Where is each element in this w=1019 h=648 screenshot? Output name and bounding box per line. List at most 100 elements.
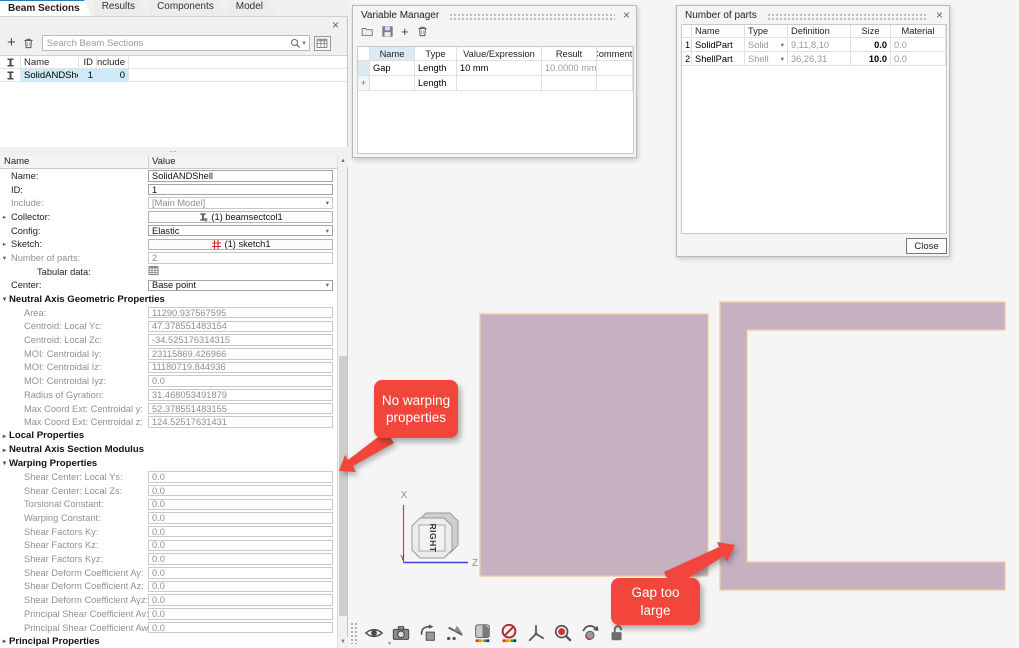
parts-column-header[interactable]: Name	[692, 25, 745, 37]
delete-variable-button[interactable]	[416, 25, 429, 38]
drag-handle[interactable]	[767, 13, 928, 20]
property-section-header[interactable]: ▾Warping Properties	[0, 456, 337, 470]
cell[interactable]: Gap	[370, 61, 415, 75]
part-name-cell[interactable]: SolidPart	[692, 38, 745, 51]
number-of-parts-titlebar[interactable]: Number of parts ×	[677, 6, 949, 22]
panel-splitter[interactable]: ⋯	[0, 147, 348, 156]
column-header-id[interactable]: ID	[79, 56, 97, 69]
cell[interactable]: Length	[415, 61, 457, 75]
beam-section-row[interactable]: SolidANDShell10	[0, 69, 347, 82]
scroll-down-icon[interactable]: ▼	[338, 637, 348, 648]
eye-icon[interactable]	[362, 621, 386, 645]
row-selector[interactable]	[358, 61, 370, 75]
save-button[interactable]	[381, 25, 394, 38]
search-options-chevron-icon[interactable]: ▾	[302, 39, 306, 47]
shell-part-section[interactable]	[720, 302, 1005, 590]
parts-column-header[interactable]: Definition	[788, 25, 851, 37]
tab-beam-sections[interactable]: Beam Sections	[0, 0, 92, 16]
properties-scrollbar[interactable]: ▲ ▼	[337, 156, 347, 648]
variable-row[interactable]: GapLength10 mm10.0000 mm	[358, 61, 633, 76]
chevron-down-icon[interactable]: ▾	[388, 640, 391, 647]
cell[interactable]	[457, 76, 542, 90]
part-type-select[interactable]: Solid▾	[745, 38, 788, 51]
move-entity-icon[interactable]	[416, 621, 440, 645]
cell[interactable]: 0	[97, 69, 129, 82]
close-button[interactable]: Close	[906, 238, 947, 254]
cell[interactable]	[542, 76, 597, 90]
column-header-name[interactable]: Name	[21, 56, 79, 69]
expand-icon[interactable]: ▸	[0, 213, 9, 221]
part-name-cell[interactable]: ShellPart	[692, 52, 745, 65]
table-view-button[interactable]	[314, 36, 331, 51]
vm-column-header[interactable]: Result	[542, 47, 597, 60]
dropdown-icon[interactable]: ▾	[326, 199, 329, 207]
expand-icon[interactable]: ▸	[0, 240, 9, 248]
part-definition-cell[interactable]: 9,11,8,10	[788, 38, 851, 51]
property-select[interactable]: Base point▾	[148, 280, 333, 292]
measure-icon[interactable]	[443, 621, 467, 645]
vm-column-header[interactable]: Value/Expression	[457, 47, 542, 60]
parts-column-header[interactable]: Material	[891, 25, 946, 37]
part-row[interactable]: 1SolidPartSolid▾9,11,8,100.00.0	[682, 38, 946, 52]
solid-part-section[interactable]	[480, 314, 708, 576]
vm-column-header[interactable]: Type	[415, 47, 457, 60]
property-section-header[interactable]: ▸Principal Properties	[0, 634, 337, 648]
add-beam-section-button[interactable]: +	[7, 36, 16, 50]
parts-column-header[interactable]: Size	[851, 25, 891, 37]
vm-column-header[interactable]: Name	[370, 47, 415, 60]
variable-row[interactable]: + Length	[358, 76, 633, 91]
dropdown-icon[interactable]: ▾	[326, 281, 329, 289]
part-size-cell[interactable]: 0.0	[851, 38, 891, 51]
vm-column-header[interactable]: Comments	[597, 47, 633, 60]
cell[interactable]	[597, 61, 633, 75]
cell[interactable]: Length	[415, 76, 457, 90]
toolbar-drag-handle[interactable]	[350, 622, 358, 644]
part-definition-cell[interactable]: 36,26,31	[788, 52, 851, 65]
cell[interactable]: 10.0000 mm	[542, 61, 597, 75]
camera-icon[interactable]	[389, 621, 413, 645]
row-selector[interactable]: +	[358, 76, 370, 90]
property-input[interactable]: SolidANDShell	[148, 170, 333, 182]
zoom-icon[interactable]	[551, 621, 575, 645]
rotate-icon[interactable]	[578, 621, 602, 645]
delete-beam-section-button[interactable]	[22, 37, 35, 50]
variable-manager-titlebar[interactable]: Variable Manager ×	[353, 6, 636, 22]
cell[interactable]: 10 mm	[457, 61, 542, 75]
cell[interactable]: SolidANDShell	[21, 69, 79, 82]
tab-results[interactable]: Results	[94, 0, 147, 16]
cell[interactable]	[370, 76, 415, 90]
collapse-icon[interactable]: ▾	[0, 254, 9, 262]
part-size-cell[interactable]: 10.0	[851, 52, 891, 65]
dropdown-icon[interactable]: ▾	[781, 41, 784, 49]
open-file-button[interactable]	[361, 25, 374, 38]
cell[interactable]: 1	[79, 69, 97, 82]
property-section-header[interactable]: ▾Neutral Axis Geometric Properties	[0, 292, 337, 306]
part-material-cell[interactable]: 0.0	[891, 38, 946, 51]
tab-model[interactable]: Model	[228, 0, 275, 16]
contour-off-icon[interactable]	[497, 621, 521, 645]
expand-icon[interactable]: ▸	[0, 637, 9, 645]
collapse-icon[interactable]: ▾	[0, 295, 9, 303]
part-type-select[interactable]: Shell▾	[745, 52, 788, 65]
close-icon[interactable]: ×	[936, 10, 943, 20]
close-icon[interactable]: ×	[332, 20, 339, 30]
part-material-cell[interactable]: 0.0	[891, 52, 946, 65]
property-section-header[interactable]: ▸Local Properties	[0, 429, 337, 443]
property-input[interactable]: 1	[148, 184, 333, 196]
dropdown-icon[interactable]: ▾	[781, 55, 784, 63]
parts-column-header[interactable]: Type	[745, 25, 788, 37]
tab-components[interactable]: Components	[149, 0, 226, 16]
property-section-header[interactable]: ▸Neutral Axis Section Modulus	[0, 443, 337, 457]
triad-icon[interactable]	[524, 621, 548, 645]
scroll-up-icon[interactable]: ▲	[338, 156, 348, 167]
property-select[interactable]: Elastic▾	[148, 225, 333, 237]
property-reference-button[interactable]: (1) sketch1	[148, 239, 333, 251]
expand-icon[interactable]: ▸	[0, 446, 9, 454]
search-input[interactable]	[43, 38, 290, 49]
scrollbar-thumb[interactable]	[339, 356, 347, 616]
dropdown-icon[interactable]: ▾	[326, 227, 329, 235]
property-reference-button[interactable]: (1) beamsectcol1	[148, 211, 333, 223]
close-icon[interactable]: ×	[623, 10, 630, 20]
view-cube[interactable]: RIGHT	[412, 513, 458, 558]
expand-icon[interactable]: ▸	[0, 432, 9, 440]
